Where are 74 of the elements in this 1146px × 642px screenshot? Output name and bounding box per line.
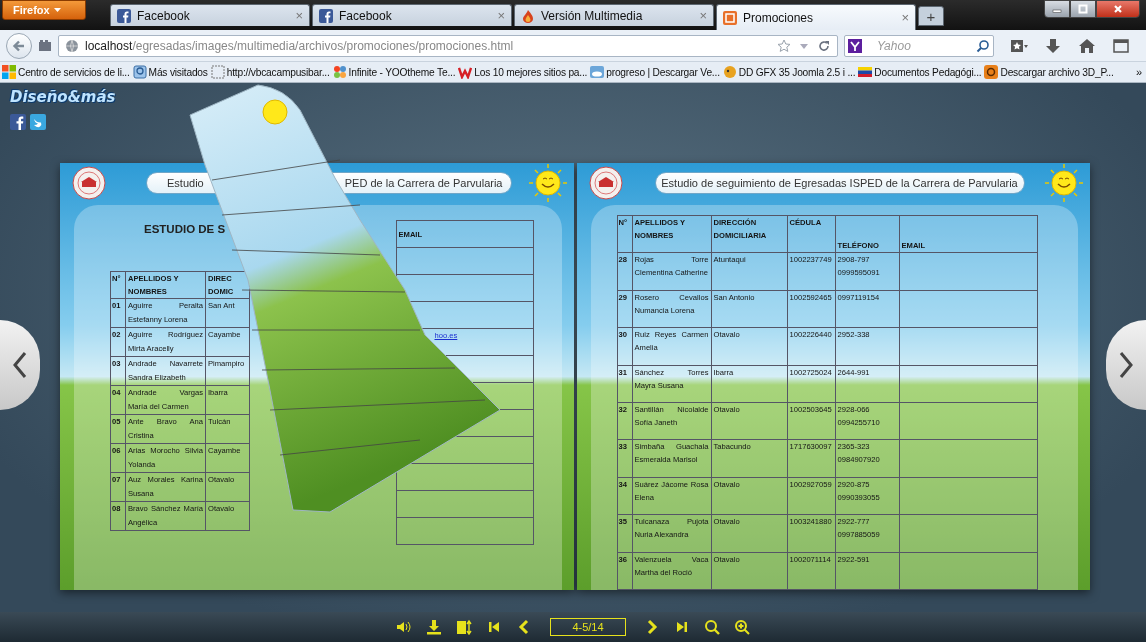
page-heading: ESTUDIO DE S [144,223,227,235]
tiles-icon [2,65,16,79]
close-tab-button[interactable]: × [901,10,909,25]
seal-icon [588,166,623,200]
facebook-icon [319,8,333,23]
browser-tab[interactable]: Versión Multimedia × [514,4,714,26]
tab-title: Versión Multimedia [541,8,644,23]
browser-tab[interactable]: Facebook × [312,4,512,26]
page-header-banner: Estudio de seguimiento de Egresadas ISPED de la Carrera de Parvularia [654,172,1025,194]
bookmark-link[interactable]: Centro de servicios de li... [2,65,130,79]
window-icon [132,65,147,79]
page-number-field[interactable]: 4-5/14 [550,618,626,636]
zoom-in-button[interactable] [734,619,750,635]
tab-title: Promociones [743,10,815,25]
search-field[interactable]: Yahoo [844,34,994,57]
seal-icon [72,166,106,200]
sun-drawing [527,163,568,203]
new-tab-button[interactable]: + [918,6,944,26]
flag-icon [858,65,873,79]
sound-button[interactable] [396,619,412,635]
bookmark-link[interactable]: Los 10 mejores sitios pa... [458,65,588,79]
bookmarks-icon[interactable] [1010,37,1028,54]
close-window-button[interactable] [1096,0,1140,18]
reload-icon[interactable] [817,38,831,53]
home-icon[interactable] [1078,37,1096,54]
maximize-button[interactable] [1070,0,1096,18]
page-layout-button[interactable] [456,619,472,635]
bookmark-link[interactable]: Documentos Pedagógi... [858,65,982,79]
banner-text: PED de la Carrera de Parvularia [344,176,503,190]
bird-icon[interactable] [30,114,46,130]
maximize-icon [1078,4,1088,14]
tab-title: Facebook [137,8,191,23]
last-page-button[interactable] [674,619,690,635]
bookmarks-overflow-button[interactable]: » [1136,66,1142,78]
tab-title: Facebook [339,8,393,23]
arrow-icon [12,38,26,53]
bird-icon [722,65,737,79]
bookmark-link[interactable]: http://vbcacampusibar... [210,65,330,79]
browser-tab[interactable]: Promociones × [716,4,916,30]
flame-icon [521,8,535,23]
bookmark-link[interactable]: DD GFX 35 Joomla 2.5 i ... [722,65,856,79]
chevron-left-icon [12,351,28,379]
dots-icon [332,65,347,79]
chevron-right-icon [1118,351,1134,379]
window-icon[interactable] [1112,37,1130,54]
search-icon[interactable] [976,38,990,53]
bookmark-link[interactable]: progreso | Descargar Ve... [590,65,720,79]
banner-text: Estudio [167,176,204,190]
close-icon [1113,4,1123,14]
caret-icon [53,8,61,12]
bookmark-link[interactable]: Descargar archivo 3D_P... [984,65,1114,79]
letter-icon [458,65,473,79]
globe-icon [65,38,79,53]
address-bar[interactable]: localhost/egresadas/images/multimedia/archivos/promociones/promociones.html [58,34,838,57]
cloud-icon [590,65,605,79]
page-list-icon[interactable] [38,38,52,53]
facebook-icon [117,8,131,23]
dashed-square-icon [210,65,225,79]
site-logo[interactable]: Diseño&más [10,88,116,106]
search-button[interactable] [704,619,720,635]
url-text: localhost/egresadas/images/multimedia/archivos/promociones/promociones.html [85,38,515,53]
star-icon[interactable] [777,38,791,53]
sun-drawing [1044,163,1084,203]
browser-tab[interactable]: Facebook × [110,4,310,26]
bookmark-link[interactable]: Más visitados [132,65,208,79]
square-icon [984,65,999,79]
page-icon [723,10,737,25]
minimize-button[interactable] [1044,0,1070,18]
first-page-button[interactable] [486,619,502,635]
download-button[interactable] [426,619,442,635]
download-icon[interactable] [1044,37,1062,54]
bookmark-link[interactable]: Infinite - YOOtheme Te... [332,65,456,79]
facebook-icon[interactable] [10,114,26,130]
back-button[interactable] [6,32,32,59]
